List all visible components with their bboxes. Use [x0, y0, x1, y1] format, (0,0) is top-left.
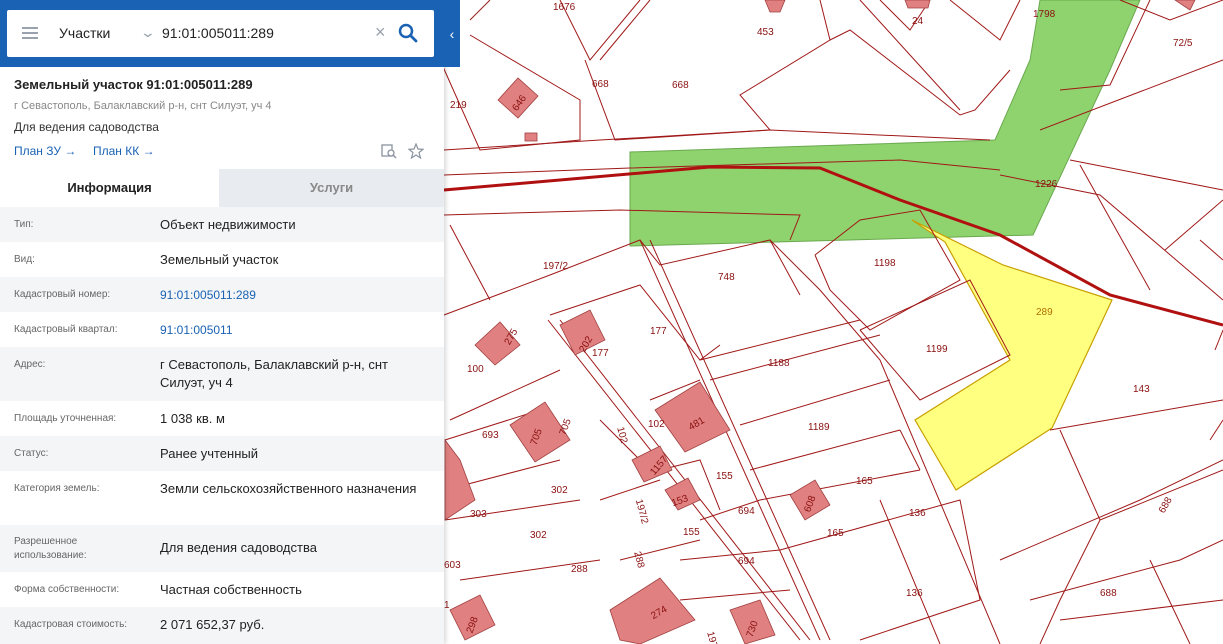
- plan-kk-link[interactable]: План КК →: [93, 144, 155, 158]
- map-label: 303: [470, 509, 487, 520]
- map-label: 1198: [874, 258, 896, 269]
- star-icon[interactable]: [408, 143, 424, 159]
- parcel-purpose: Для ведения садоводства: [14, 120, 159, 134]
- row-label: Форма собственности:: [14, 584, 120, 595]
- row-value: Для ведения садоводства: [160, 540, 317, 555]
- row-label: Тип:: [14, 219, 34, 230]
- info-row-type: Тип: Объект недвижимости: [0, 207, 444, 242]
- map-label: 24: [912, 16, 924, 27]
- map-label: 1: [444, 600, 450, 611]
- map-label: 1189: [808, 422, 830, 433]
- row-label: Разрешенное использование:: [14, 536, 87, 561]
- map-label: 177: [592, 348, 609, 359]
- map-label: 1676: [553, 2, 576, 13]
- map-label: 143: [1133, 384, 1150, 395]
- info-row-cadastral-value: Кадастровая стоимость: 2 071 652,37 руб.: [0, 607, 444, 644]
- info-panel: Участки ⌄ × ‹ Земельный участок 91:01:00…: [0, 0, 460, 644]
- parcel-title: Земельный участок 91:01:005011:289: [14, 77, 253, 92]
- map-label: 668: [672, 80, 689, 91]
- row-label: Кадастровый номер:: [14, 289, 111, 300]
- row-value: г Севастополь, Балаклавский р-н, снт Сил…: [160, 357, 388, 390]
- map-label: 1226: [1035, 179, 1058, 190]
- row-label: Площадь уточненная:: [14, 413, 117, 424]
- parcel-address: г Севастополь, Балаклавский р-н, снт Сил…: [14, 100, 272, 112]
- zoom-to-icon[interactable]: [381, 143, 397, 159]
- search-input[interactable]: [162, 22, 372, 44]
- tab-services[interactable]: Услуги: [219, 169, 444, 207]
- map-label: 1188: [768, 358, 790, 369]
- info-row-kind: Вид: Земельный участок: [0, 242, 444, 277]
- map-label: 302: [530, 530, 547, 541]
- collapse-panel-icon[interactable]: ‹: [444, 24, 460, 44]
- map-label: 694: [738, 506, 755, 517]
- map-label: 197/2: [543, 261, 568, 272]
- row-value: Частная собственность: [160, 582, 302, 597]
- row-label: Категория земель:: [14, 483, 100, 494]
- map-label: 177: [650, 326, 667, 337]
- map-label: 694: [738, 556, 755, 567]
- map-label: 1798: [1033, 9, 1056, 20]
- row-value: Объект недвижимости: [160, 217, 296, 232]
- map-label: 748: [718, 272, 735, 283]
- row-label: Статус:: [14, 448, 49, 459]
- search-bar: Участки ⌄ × ‹: [0, 0, 460, 67]
- map-label: 453: [757, 27, 774, 38]
- info-row-land-category: Категория земель: Земли сельскохозяйстве…: [0, 471, 444, 525]
- map-label: 165: [856, 476, 873, 487]
- chevron-down-icon[interactable]: ⌄: [140, 24, 156, 41]
- map-label: 289: [1036, 307, 1053, 318]
- map-label: 155: [716, 471, 733, 482]
- row-value: Ранее учтенный: [160, 446, 258, 461]
- search-box: Участки ⌄ ×: [7, 10, 434, 57]
- layer-select[interactable]: Участки: [59, 25, 110, 41]
- map-label: 72/5: [1173, 38, 1193, 49]
- map-label: 136: [906, 588, 923, 599]
- clear-icon[interactable]: ×: [375, 22, 386, 42]
- map-label: 155: [683, 527, 700, 538]
- row-value: 2 071 652,37 руб.: [160, 617, 265, 632]
- map-label: 302: [551, 485, 568, 496]
- map-label: 219: [450, 100, 467, 111]
- info-row-ownership: Форма собственности: Частная собственнос…: [0, 572, 444, 607]
- info-row-cadastral-number: Кадастровый номер: 91:01:005011:289: [0, 277, 444, 312]
- row-label: Кадастровая стоимость:: [14, 619, 128, 630]
- map-label: 668: [592, 79, 609, 90]
- row-label: Адрес:: [14, 359, 46, 370]
- plan-zu-link[interactable]: План ЗУ →: [14, 144, 76, 158]
- search-icon[interactable]: [397, 22, 419, 44]
- info-row-permitted-use: Разрешенное использование: Для ведения с…: [0, 525, 444, 572]
- map-label: 288: [571, 564, 588, 575]
- info-row-area: Площадь уточненная: 1 038 кв. м: [0, 401, 444, 436]
- map-label: 100: [467, 364, 484, 375]
- info-row-cadastral-quarter: Кадастровый квартал: 91:01:005011: [0, 312, 444, 347]
- row-value: 1 038 кв. м: [160, 411, 225, 426]
- cadastral-number-link[interactable]: 91:01:005011:289: [160, 286, 430, 304]
- menu-icon[interactable]: [22, 27, 38, 39]
- map-label: 603: [444, 560, 461, 571]
- row-label: Кадастровый квартал:: [14, 324, 118, 335]
- tab-bar: Информация Услуги: [0, 169, 444, 207]
- row-value: Земельный участок: [160, 252, 279, 267]
- map-label: 165: [827, 528, 844, 539]
- cadastral-quarter-link[interactable]: 91:01:005011: [160, 321, 430, 339]
- map-label: 136: [909, 508, 926, 519]
- map-label: 102: [648, 419, 665, 430]
- info-row-address: Адрес: г Севастополь, Балаклавский р-н, …: [0, 347, 444, 401]
- map-label: 688: [1100, 588, 1117, 599]
- map-label: 693: [482, 430, 499, 441]
- row-value: Земли сельскохозяйственного назначения: [160, 481, 417, 496]
- map-label: 1199: [926, 344, 948, 355]
- info-row-status: Статус: Ранее учтенный: [0, 436, 444, 471]
- row-label: Вид:: [14, 254, 35, 265]
- tab-info[interactable]: Информация: [0, 169, 219, 207]
